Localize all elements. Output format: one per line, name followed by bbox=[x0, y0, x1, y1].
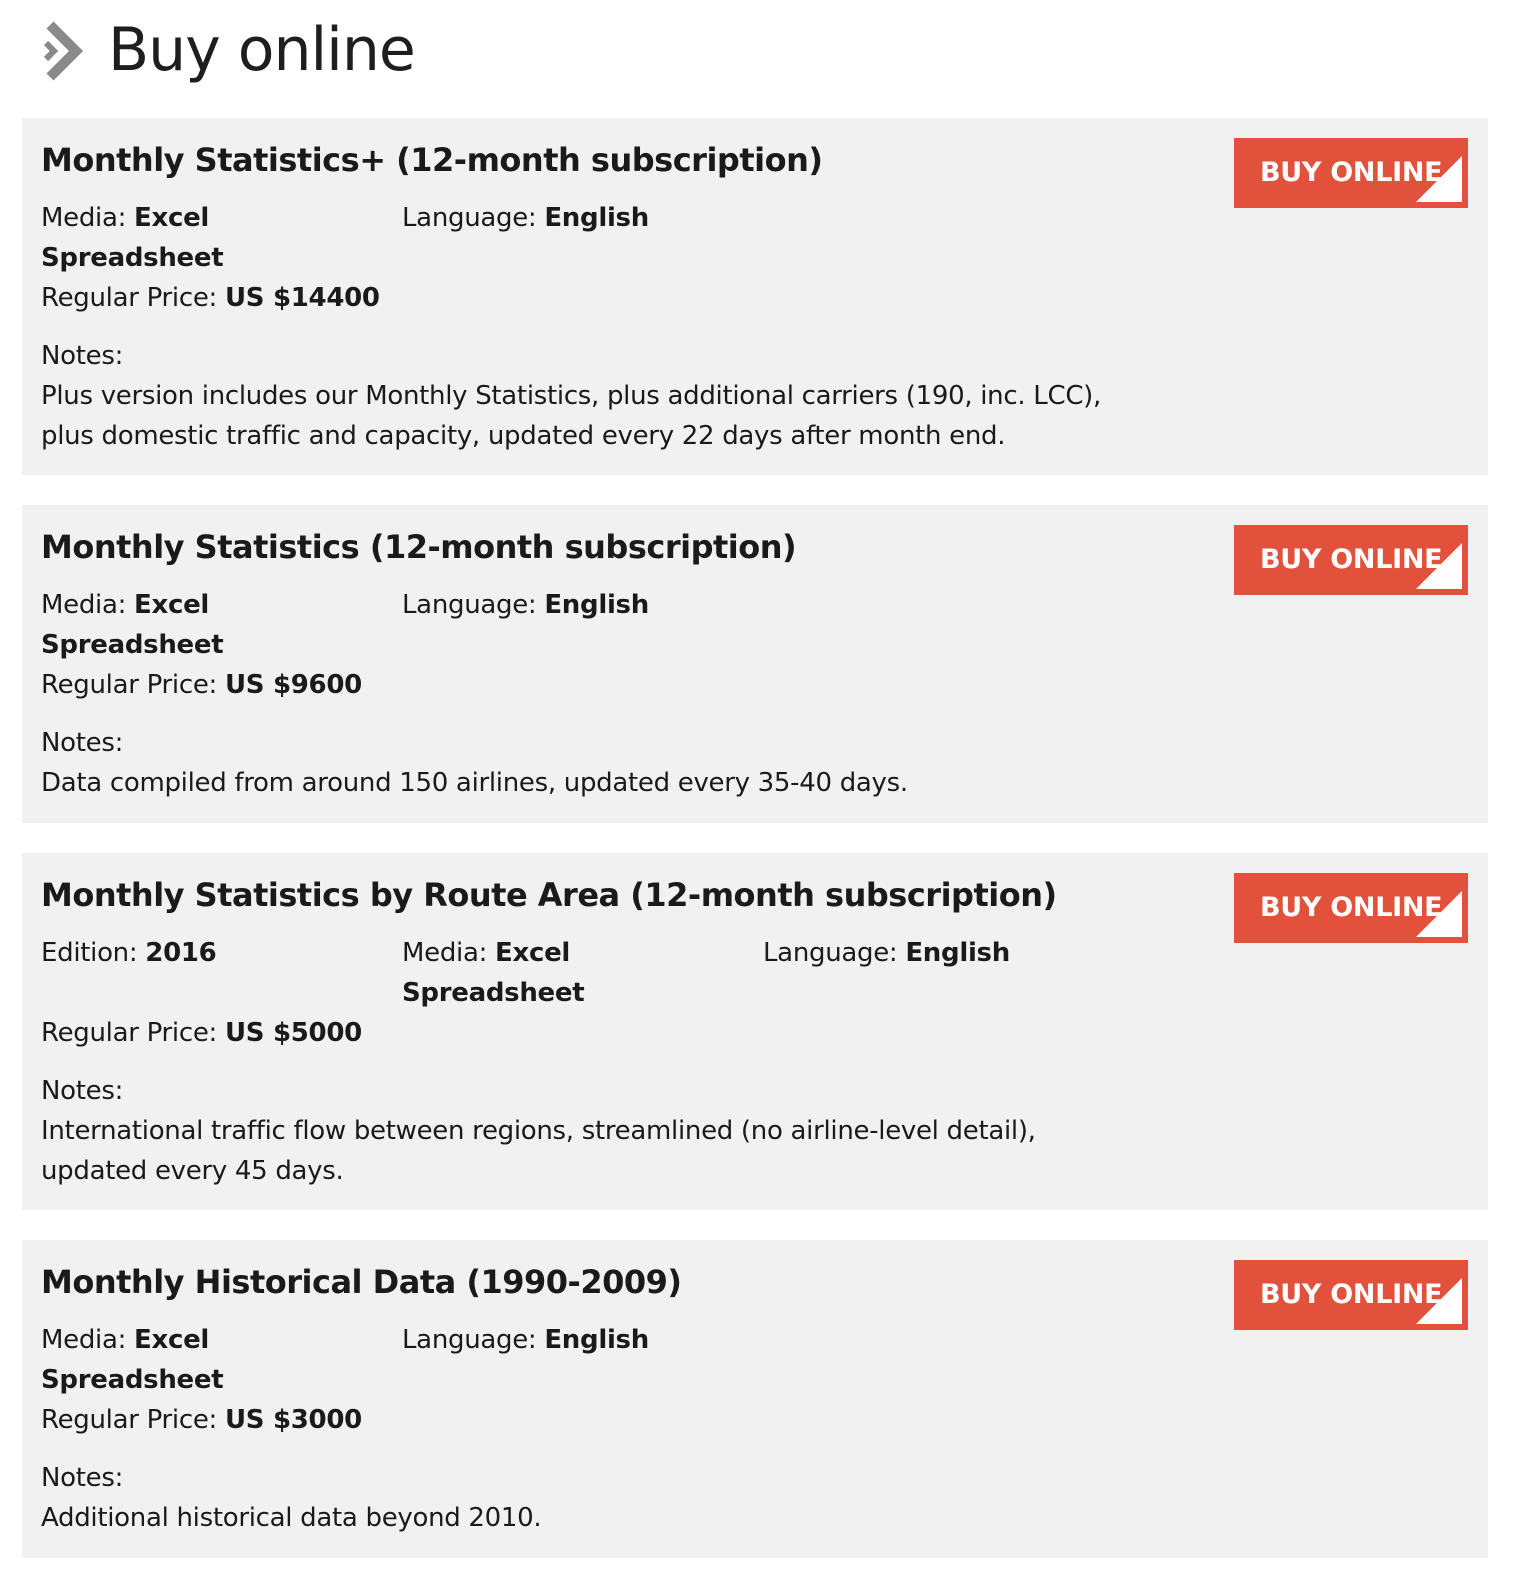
notes-text: Data compiled from around 150 airlines, … bbox=[41, 768, 908, 798]
media-label: Media: bbox=[402, 938, 488, 968]
product-card: Monthly Statistics+ (12-month subscripti… bbox=[22, 118, 1488, 475]
buy-online-label: BUY ONLINE bbox=[1260, 1279, 1443, 1310]
buy-online-label: BUY ONLINE bbox=[1260, 892, 1443, 923]
language-label: Language: bbox=[402, 203, 537, 233]
buy-online-button[interactable]: BUY ONLINE bbox=[1234, 1260, 1468, 1330]
page-title: Buy online bbox=[108, 15, 416, 85]
buy-online-button[interactable]: BUY ONLINE bbox=[1234, 873, 1468, 943]
media-label: Media: bbox=[41, 590, 127, 620]
notes-section: Notes: Plus version includes our Monthly… bbox=[41, 336, 1101, 456]
notes-label: Notes: bbox=[41, 1076, 124, 1106]
edition-field: Edition: 2016 bbox=[41, 933, 241, 973]
media-field: Media: Excel Spreadsheet bbox=[41, 585, 241, 665]
corner-triangle-icon bbox=[1416, 891, 1462, 937]
language-value: English bbox=[544, 1325, 649, 1355]
product-meta: Edition: 2016 Media: Excel Spreadsheet L… bbox=[41, 933, 1468, 1013]
product-card: Monthly Statistics by Route Area (12-mon… bbox=[22, 853, 1488, 1210]
language-label: Language: bbox=[402, 1325, 537, 1355]
language-field: Language: English bbox=[763, 933, 1163, 973]
price-field: Regular Price: US $3000 bbox=[41, 1400, 1468, 1440]
language-label: Language: bbox=[763, 938, 898, 968]
price-field: Regular Price: US $14400 bbox=[41, 278, 1468, 318]
corner-triangle-icon bbox=[1416, 1278, 1462, 1324]
price-label: Regular Price: bbox=[41, 283, 217, 313]
media-field: Media: Excel Spreadsheet bbox=[41, 1320, 241, 1400]
notes-section: Notes: International traffic flow betwee… bbox=[41, 1071, 1101, 1191]
product-card: Monthly Historical Data (1990-2009) Medi… bbox=[22, 1240, 1488, 1558]
price-value: US $5000 bbox=[224, 1018, 362, 1048]
price-label: Regular Price: bbox=[41, 1018, 217, 1048]
language-label: Language: bbox=[402, 590, 537, 620]
buy-online-button[interactable]: BUY ONLINE bbox=[1234, 138, 1468, 208]
buy-online-label: BUY ONLINE bbox=[1260, 544, 1443, 575]
chevron-right-icon bbox=[43, 21, 84, 81]
notes-label: Notes: bbox=[41, 341, 124, 371]
corner-triangle-icon bbox=[1416, 543, 1462, 589]
notes-section: Notes: Additional historical data beyond… bbox=[41, 1458, 1101, 1538]
notes-section: Notes: Data compiled from around 150 air… bbox=[41, 723, 1101, 803]
price-field: Regular Price: US $9600 bbox=[41, 665, 1468, 705]
product-meta: Media: Excel Spreadsheet Language: Engli… bbox=[41, 585, 1468, 665]
media-label: Media: bbox=[41, 1325, 127, 1355]
language-field: Language: English bbox=[402, 585, 802, 625]
price-value: US $3000 bbox=[224, 1405, 362, 1435]
notes-label: Notes: bbox=[41, 1463, 124, 1493]
notes-label: Notes: bbox=[41, 728, 124, 758]
buy-online-label: BUY ONLINE bbox=[1260, 157, 1443, 188]
product-meta: Media: Excel Spreadsheet Language: Engli… bbox=[41, 1320, 1468, 1400]
language-field: Language: English bbox=[402, 198, 802, 238]
language-value: English bbox=[544, 590, 649, 620]
language-value: English bbox=[544, 203, 649, 233]
corner-triangle-icon bbox=[1416, 156, 1462, 202]
media-field: Media: Excel Spreadsheet bbox=[41, 198, 241, 278]
media-field: Media: Excel Spreadsheet bbox=[402, 933, 602, 1013]
price-label: Regular Price: bbox=[41, 670, 217, 700]
product-card: Monthly Statistics (12-month subscriptio… bbox=[22, 505, 1488, 823]
media-label: Media: bbox=[41, 203, 127, 233]
language-field: Language: English bbox=[402, 1320, 802, 1360]
edition-label: Edition: bbox=[41, 938, 138, 968]
language-value: English bbox=[905, 938, 1010, 968]
price-label: Regular Price: bbox=[41, 1405, 217, 1435]
notes-text: Additional historical data beyond 2010. bbox=[41, 1503, 542, 1533]
price-value: US $14400 bbox=[224, 283, 380, 313]
price-field: Regular Price: US $5000 bbox=[41, 1013, 1468, 1053]
notes-text: International traffic flow between regio… bbox=[41, 1116, 1036, 1186]
buy-online-button[interactable]: BUY ONLINE bbox=[1234, 525, 1468, 595]
edition-value: 2016 bbox=[145, 938, 217, 968]
page-header: Buy online bbox=[40, 6, 416, 94]
product-meta: Media: Excel Spreadsheet Language: Engli… bbox=[41, 198, 1468, 278]
price-value: US $9600 bbox=[224, 670, 362, 700]
notes-text: Plus version includes our Monthly Statis… bbox=[41, 381, 1101, 451]
